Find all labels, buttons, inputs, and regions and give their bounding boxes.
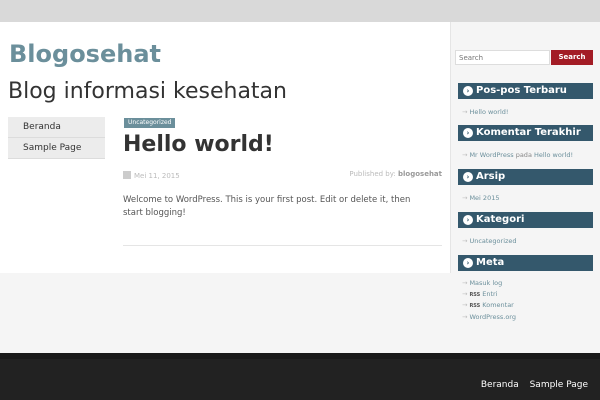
circle-arrow-right-icon: › <box>463 128 473 138</box>
comments-rss-link[interactable]: Komentar <box>482 301 514 309</box>
site-description: Blog informasi kesehatan <box>8 79 287 104</box>
site-title[interactable]: Blogosehat <box>9 40 161 68</box>
list-item: → Mei 2015 <box>462 194 500 202</box>
list-item: → RSS Entri <box>462 289 498 298</box>
widget-title-recent-comments: › Komentar Terakhir <box>458 125 593 141</box>
list-item: → Masuk log <box>462 279 503 287</box>
post-date-text: Mei 11, 2015 <box>134 172 180 180</box>
recent-posts-list: → Hello world! <box>462 107 594 118</box>
comment-post-link[interactable]: Hello world! <box>534 151 573 159</box>
list-item: → RSS Komentar <box>462 301 514 309</box>
circle-arrow-right-icon: › <box>463 258 473 268</box>
widget-title-text: Arsip <box>476 171 506 182</box>
entries-rss-link[interactable]: Entri <box>482 290 497 298</box>
top-bar <box>0 0 600 22</box>
post-content: Welcome to WordPress. This is your first… <box>123 195 411 218</box>
post-title[interactable]: Hello world! <box>123 132 274 157</box>
post-author: Published by: blogosehat <box>349 170 442 178</box>
widget-title-categories: › Kategori <box>458 212 593 228</box>
wordpress-org-link[interactable]: WordPress.org <box>469 313 516 321</box>
archives-list: → Mei 2015 <box>462 193 594 204</box>
widget-title-text: Pos-pos Terbaru <box>476 85 567 96</box>
main-content: Blogosehat Blog informasi kesehatan Bera… <box>0 22 451 273</box>
footer-nav-sample-page[interactable]: Sample Page <box>530 380 588 390</box>
widget-title-meta: › Meta <box>458 255 593 271</box>
sidebar: Search ›Pos-pos Terbaru →Hello world! ›K… <box>452 22 600 353</box>
category-badge[interactable]: Uncategorized <box>124 118 176 128</box>
list-item: → Mr WordPress pada Hello world! <box>462 151 574 159</box>
footer-nav: Beranda Sample Page <box>473 380 588 390</box>
calendar-icon <box>123 171 131 179</box>
footer: Beranda Sample Page <box>0 359 600 400</box>
search-input[interactable] <box>455 50 550 65</box>
post-date: Mei 11, 2015 <box>123 171 180 180</box>
rss-icon: RSS <box>469 291 481 298</box>
widget-title-text: Kategori <box>476 214 525 225</box>
widget-title-recent-posts: › Pos-pos Terbaru <box>458 83 593 99</box>
search-button[interactable]: Search <box>551 50 593 65</box>
commenter-link[interactable]: Mr WordPress <box>469 151 513 159</box>
recent-post-link[interactable]: Hello world! <box>469 108 508 116</box>
footer-nav-beranda[interactable]: Beranda <box>481 380 519 390</box>
circle-arrow-right-icon: › <box>463 172 473 182</box>
widget-title-archives: › Arsip <box>458 169 593 185</box>
comment-joiner: pada <box>515 151 532 159</box>
author-name[interactable]: blogosehat <box>398 170 442 178</box>
nav-item-sample-page[interactable]: Sample Page <box>8 138 105 159</box>
circle-arrow-right-icon: › <box>463 215 473 225</box>
post-divider <box>123 245 442 246</box>
category-link[interactable]: Uncategorized <box>469 237 516 245</box>
nav-item-beranda[interactable]: Beranda <box>8 117 105 138</box>
list-item: → Hello world! <box>462 108 509 116</box>
rss-icon: RSS <box>469 303 481 309</box>
archive-link[interactable]: Mei 2015 <box>469 194 499 202</box>
login-link[interactable]: Masuk log <box>469 279 502 287</box>
author-prefix: Published by: <box>349 170 396 178</box>
widget-title-text: Meta <box>476 257 505 268</box>
list-item: → Uncategorized <box>462 237 517 245</box>
recent-comments-list: → Mr WordPress pada Hello world! <box>462 150 594 161</box>
circle-arrow-right-icon: › <box>463 86 473 96</box>
list-item: → WordPress.org <box>462 312 516 321</box>
main-nav: Beranda Sample Page <box>8 117 105 159</box>
categories-list: → Uncategorized <box>462 236 594 247</box>
widget-title-text: Komentar Terakhir <box>476 127 581 138</box>
meta-list: → Masuk log → RSS Entri → RSS Komentar → WordP… <box>462 278 594 322</box>
